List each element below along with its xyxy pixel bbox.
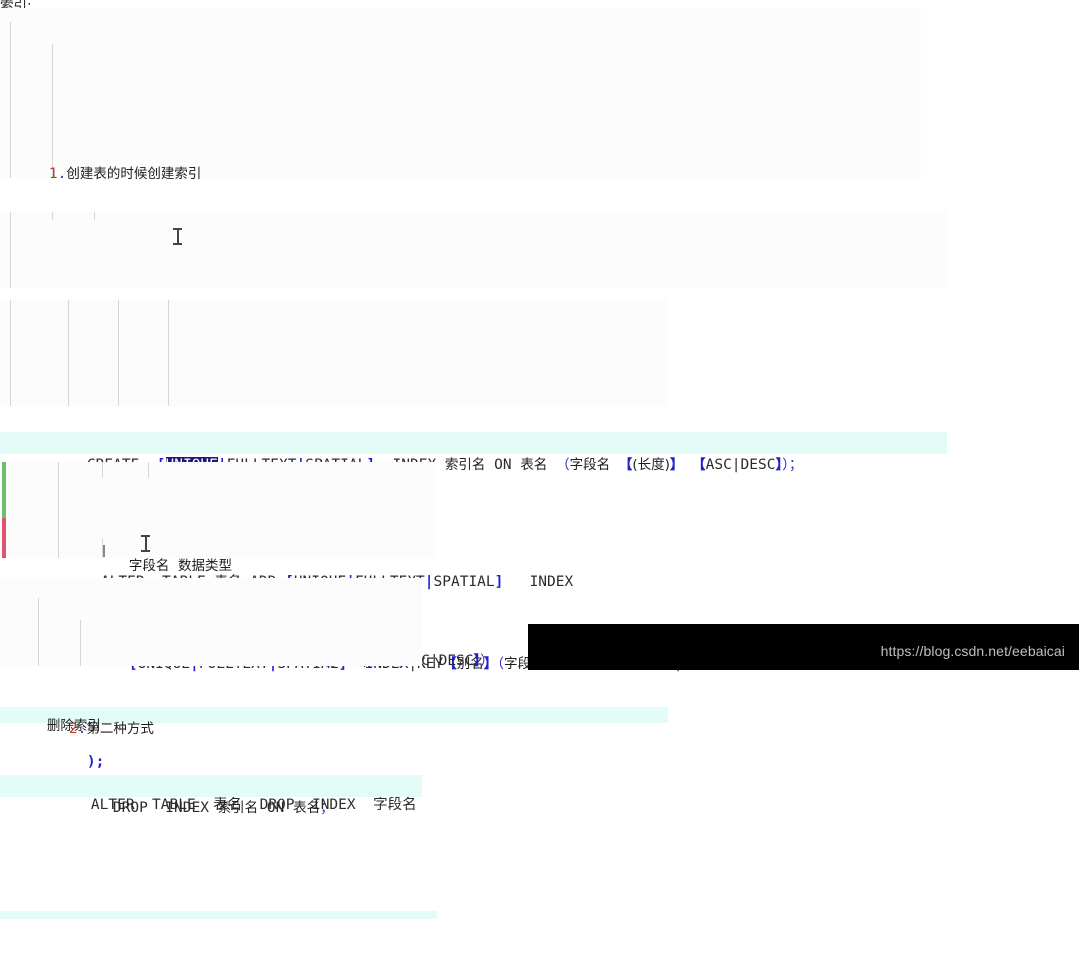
code-block-drop-index-alter[interactable]: 删除索引 ALTER TABLE 表名 DROP INDEX 字段名 [0, 462, 437, 919]
heading-label: 创建表的时候创建索引 [66, 166, 202, 182]
indent-guide [94, 212, 95, 220]
indent-guide [10, 300, 11, 406]
indent-guide [168, 300, 169, 406]
keyword-index: INDEX [529, 574, 574, 590]
change-bar-modified [2, 518, 6, 558]
paren-close: ） [480, 653, 494, 669]
code-block-drop-index[interactable]: 2.第二种方式 DROP INDEX 索引名 ON 表名； [0, 578, 422, 816]
watermark-url: https://blog.csdn.net/eebaicai [880, 643, 1065, 659]
indent-guide [52, 212, 53, 220]
paren-close: ） [782, 457, 789, 473]
semicolon: ； [320, 800, 334, 816]
list-number: 1 [48, 166, 58, 182]
code-block-alter-table-add[interactable]: ~3.使用ALTER TABLE语句在已经存在表上创建索引 ALTER TABL… [0, 300, 668, 723]
indent-guide [102, 462, 103, 478]
table-name-label: 表名 [293, 800, 321, 816]
index-name-label: 索引名 [217, 800, 259, 816]
indent-guide [68, 300, 69, 406]
keyword-on: ON [266, 800, 285, 816]
current-code-line[interactable]: DROP INDEX 索引名 ON 表名； [0, 775, 422, 816]
block-heading: 1.创建表的时候创建索引 [0, 141, 921, 182]
indent-guide [148, 462, 149, 478]
list-number: 2 [68, 721, 78, 737]
heading-label: 第二种方式 [86, 721, 154, 737]
indent-guide [80, 620, 81, 666]
text-caret [103, 545, 105, 557]
length-bracket-close: 】 [669, 457, 684, 473]
keyword-spatial: SPATIAL [433, 574, 495, 590]
ascdesc-bracket-open: 【 [692, 457, 706, 473]
indent-guide [10, 212, 11, 288]
statement-terminator: ); [86, 754, 105, 770]
ascdesc-label: ASC|DESC [705, 457, 776, 473]
indent-guide [118, 300, 119, 406]
indent-guide [58, 462, 59, 558]
semicolon: ； [788, 457, 803, 473]
block-heading: 2.第二种方式 [0, 696, 422, 737]
code-block-create-table[interactable]: 1.创建表的时候创建索引 CREATE TABLE表名（字段名 数据类型【完整性… [0, 8, 921, 770]
clipped-heading-text: 索引: [0, 0, 32, 8]
list-dot: . [77, 721, 87, 737]
change-bar-added [2, 462, 6, 518]
code-block-create-index[interactable]: 2.使用CREATE INDEX 语句在已经存在的表上创建索引 CREATE [… [0, 212, 947, 473]
indent-guide [38, 598, 39, 666]
keyword-drop-index: DROP INDEX [112, 800, 209, 816]
